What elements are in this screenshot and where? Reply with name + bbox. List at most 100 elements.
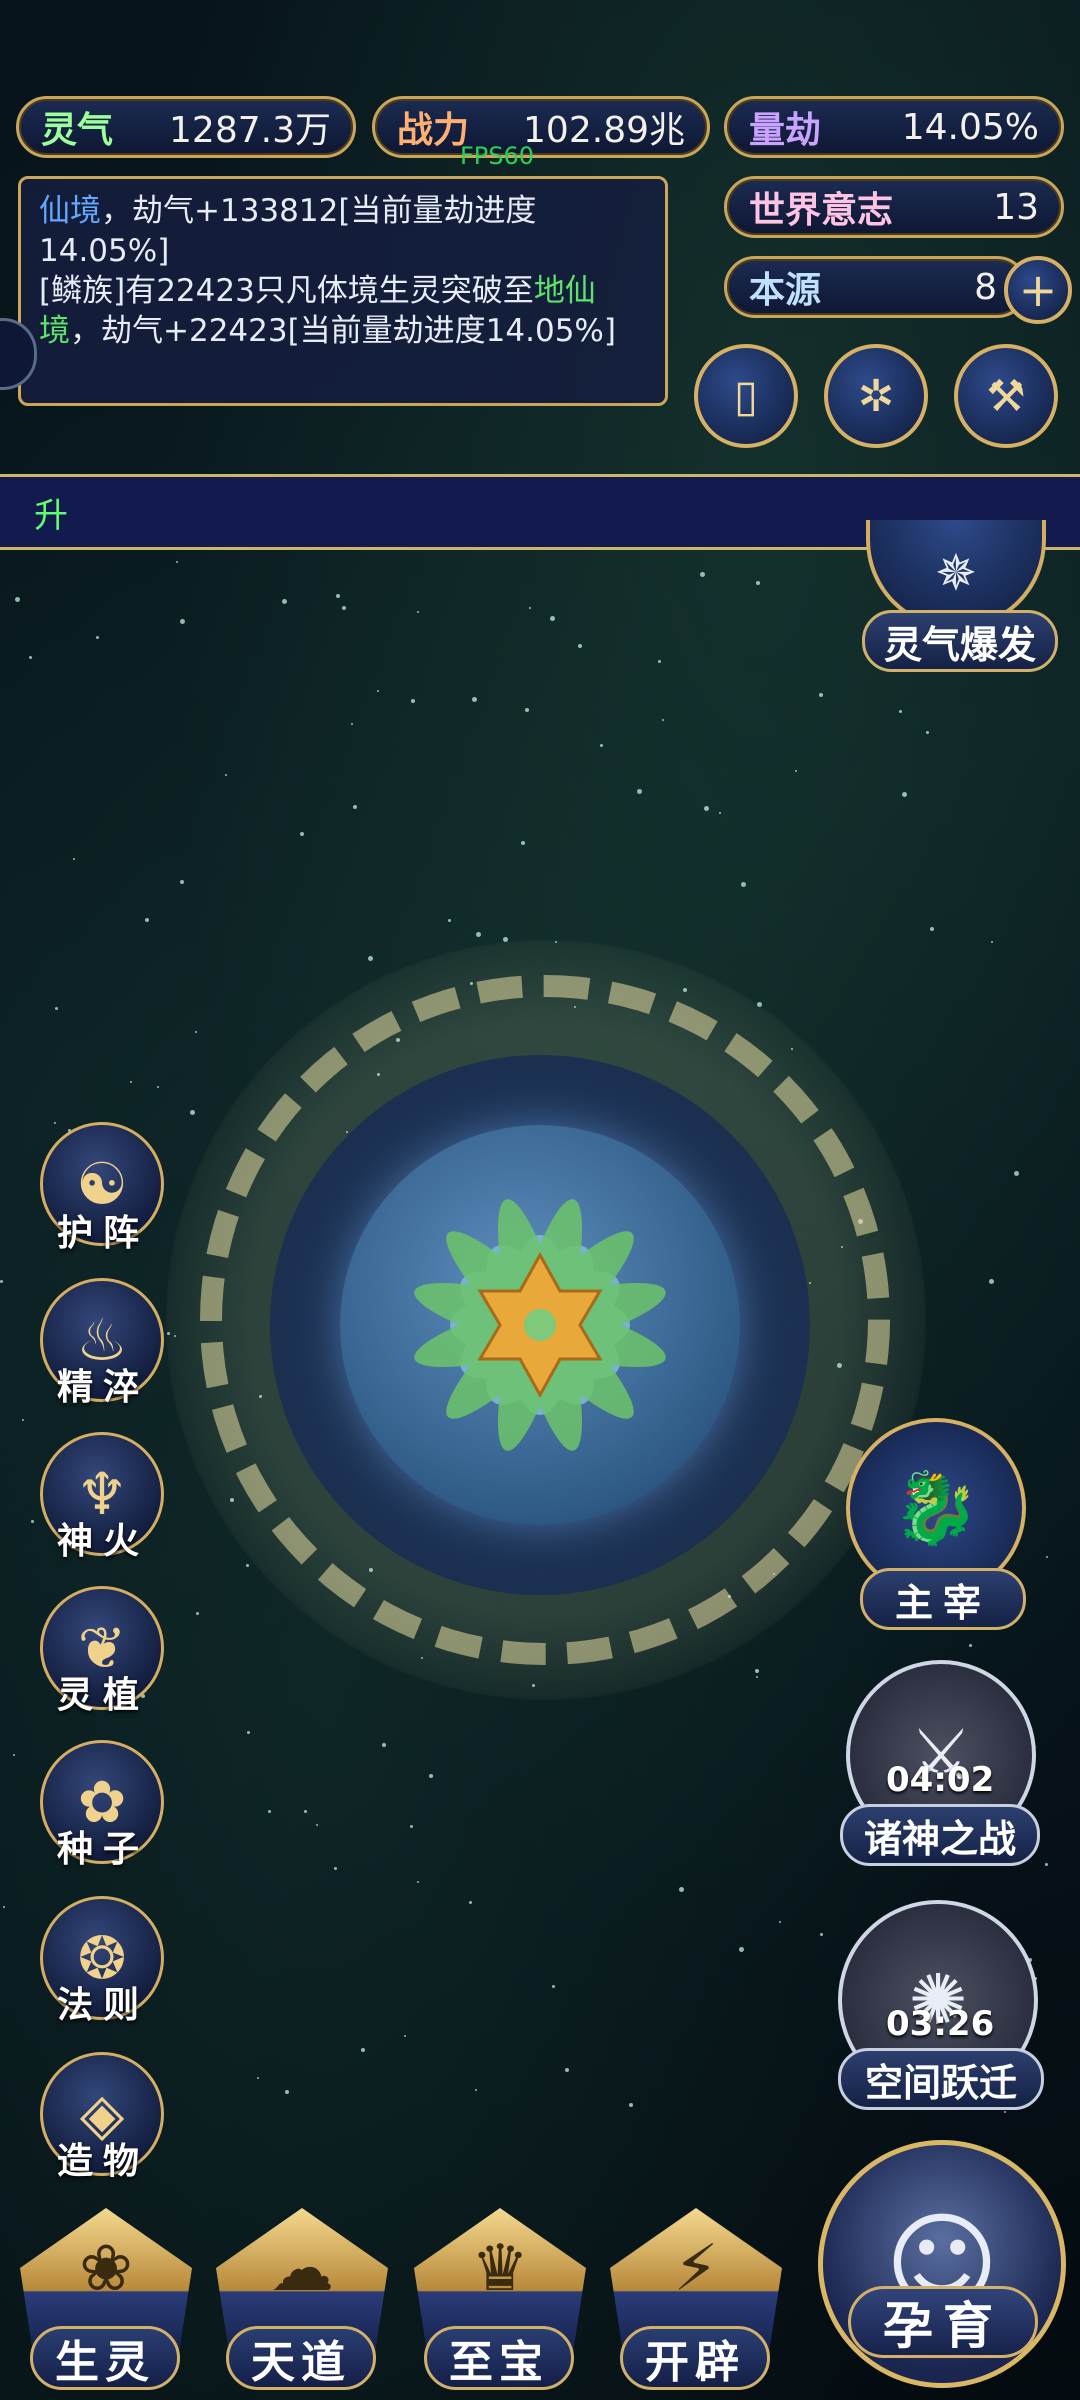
stat-liangjie[interactable]: 量劫 14.05% bbox=[724, 96, 1064, 158]
star-dot bbox=[629, 2103, 633, 2107]
star-dot bbox=[552, 1985, 555, 1988]
star-dot bbox=[989, 1279, 994, 1284]
star-dot bbox=[662, 719, 664, 721]
star-dot bbox=[382, 1743, 386, 1747]
heaven-icon: ☁ bbox=[270, 2232, 334, 2306]
stat-zhanli[interactable]: 战力 102.89兆 bbox=[372, 96, 710, 158]
vortex-button[interactable]: ✲ bbox=[824, 344, 928, 448]
star-dot bbox=[145, 918, 149, 922]
lingqi-baofa-button[interactable]: 灵气爆发 bbox=[862, 610, 1058, 672]
star-dot bbox=[902, 792, 907, 797]
star-dot bbox=[3, 1906, 5, 1908]
banner-text: 升 bbox=[34, 495, 68, 536]
star-dot bbox=[300, 832, 304, 836]
star-dot bbox=[926, 731, 929, 734]
zhu-shen-timer: 04:02 bbox=[886, 1760, 995, 1800]
zhu-zai-button[interactable]: 主宰 bbox=[860, 1568, 1026, 1630]
sheng-ling-button[interactable]: 生灵 bbox=[30, 2326, 180, 2390]
star-dot bbox=[991, 941, 993, 943]
kong-jian-label: 空间跃迁 bbox=[864, 2060, 1017, 2105]
stat-lingqi[interactable]: 灵气 1287.3万 bbox=[16, 96, 356, 158]
star-dot bbox=[225, 774, 227, 776]
star-dot bbox=[15, 597, 20, 602]
star-dot bbox=[73, 858, 75, 860]
hammer-icon: ⚒ bbox=[986, 370, 1026, 422]
star-dot bbox=[257, 2077, 259, 2079]
star-dot bbox=[1045, 1863, 1048, 1866]
zhu-zai-label: 主宰 bbox=[894, 1580, 991, 1625]
kong-jian-timer: 03:26 bbox=[886, 2004, 995, 2044]
plus-icon: + bbox=[1018, 263, 1058, 317]
card-button[interactable]: ▯ bbox=[694, 344, 798, 448]
card-icon: ▯ bbox=[733, 370, 759, 422]
kai-pi-label: 开辟 bbox=[645, 2337, 745, 2388]
star-dot bbox=[180, 880, 184, 884]
star-dot bbox=[176, 561, 178, 563]
zhu-shen-button[interactable]: 诸神之战 bbox=[840, 1804, 1040, 1866]
add-benyuan-button[interactable]: + bbox=[1004, 256, 1072, 324]
star-dot bbox=[304, 1810, 307, 1813]
star-dot bbox=[756, 581, 760, 585]
event-log: 仙境，劫气+133812[当前量劫进度14.05%] [鳞族]有22423只凡体… bbox=[18, 176, 668, 406]
kai-pi-button[interactable]: 开辟 bbox=[620, 2326, 770, 2390]
star-dot bbox=[285, 2090, 289, 2094]
star-dot bbox=[899, 710, 902, 713]
star-dot bbox=[417, 1881, 419, 1883]
zao-wu-label: 造物 bbox=[56, 2141, 149, 2182]
stat-benyuan[interactable]: 本源 8 bbox=[724, 256, 1028, 318]
star-dot bbox=[316, 1824, 318, 1826]
vortex-icon: ✲ bbox=[857, 370, 895, 422]
star-dot bbox=[246, 1564, 249, 1567]
star-dot bbox=[819, 693, 823, 697]
star-dot bbox=[529, 607, 531, 609]
star-dot bbox=[930, 927, 934, 931]
yun-yu-button[interactable]: 孕育 bbox=[848, 2286, 1038, 2358]
log-line-2: [鳞族]有22423只凡体境生灵突破至地仙境，劫气+22423[当前量劫进度14… bbox=[39, 271, 647, 351]
zhu-shen-label: 诸神之战 bbox=[863, 1816, 1016, 1861]
star-dot bbox=[550, 616, 555, 621]
stat-benyuan-label: 本源 bbox=[749, 269, 822, 311]
star-dot bbox=[190, 1110, 195, 1115]
star-dot bbox=[600, 744, 603, 747]
star-dot bbox=[0, 1280, 3, 1283]
stat-zhanli-label: 战力 bbox=[397, 109, 470, 151]
star-dot bbox=[521, 841, 525, 845]
star-dot bbox=[475, 2089, 477, 2091]
star-dot bbox=[411, 699, 415, 703]
star-dot bbox=[429, 1774, 433, 1778]
star-dot bbox=[351, 723, 353, 725]
star-dot bbox=[756, 1676, 758, 1678]
hammer-button[interactable]: ⚒ bbox=[954, 344, 1058, 448]
zhi-bao-button[interactable]: 至宝 bbox=[424, 2326, 574, 2390]
jing-cui-label: 精淬 bbox=[56, 1367, 149, 1408]
star-dot bbox=[417, 611, 419, 613]
star-dot bbox=[448, 919, 451, 922]
stat-shijie[interactable]: 世界意志 13 bbox=[724, 176, 1064, 238]
star-dot bbox=[29, 656, 32, 659]
star-dot bbox=[1014, 1171, 1019, 1176]
creature-icon: ❀ bbox=[79, 2232, 133, 2306]
log-text: ，劫气+133812[当前量劫进度14.05%] bbox=[39, 193, 537, 269]
star-dot bbox=[268, 1810, 271, 1813]
stat-benyuan-value: 8 bbox=[974, 266, 997, 308]
star-dot bbox=[342, 606, 346, 610]
fa-ze-label: 法则 bbox=[56, 1985, 149, 2026]
star-dot bbox=[353, 805, 357, 809]
sheng-ling-label: 生灵 bbox=[55, 2337, 155, 2388]
star-dot bbox=[525, 708, 529, 712]
tian-dao-button[interactable]: 天道 bbox=[226, 2326, 376, 2390]
star-dot bbox=[472, 697, 477, 702]
star-dot bbox=[719, 812, 721, 814]
open-icon: ⚡ bbox=[673, 2232, 719, 2306]
star-dot bbox=[755, 1669, 759, 1673]
stat-zhanli-value: 102.89兆 bbox=[523, 110, 685, 151]
kong-jian-button[interactable]: 空间跃迁 bbox=[838, 2048, 1044, 2110]
star-dot bbox=[157, 1086, 159, 1088]
star-dot bbox=[22, 1419, 24, 1421]
lotus-emblem-icon bbox=[414, 1199, 666, 1451]
star-dot bbox=[637, 789, 642, 794]
treasure-icon: ♛ bbox=[471, 2232, 529, 2306]
star-dot bbox=[578, 644, 582, 648]
star-dot bbox=[130, 1081, 132, 1083]
star-dot bbox=[54, 1122, 56, 1124]
